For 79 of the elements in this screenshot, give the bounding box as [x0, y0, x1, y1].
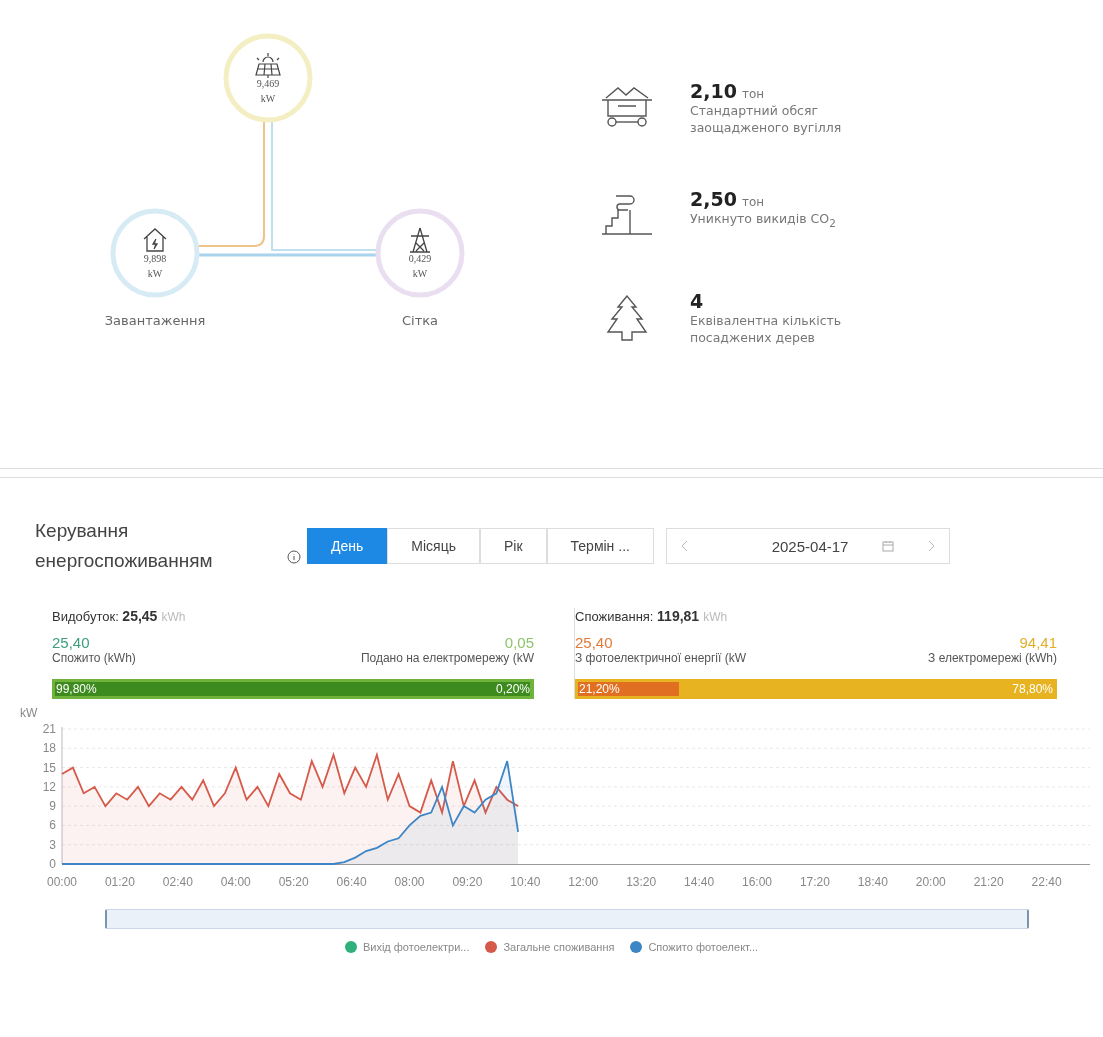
- node-label: Завантаження: [104, 313, 206, 328]
- power-tower-icon: [409, 227, 431, 253]
- x-tick-label: 18:40: [857, 875, 888, 887]
- stat-value: 4: [690, 290, 704, 312]
- legend-label[interactable]: Загальне споживання: [503, 941, 615, 953]
- x-tick-label: 08:00: [394, 875, 425, 887]
- period-tab[interactable]: Термін ...: [546, 528, 654, 564]
- power-unit: kW: [412, 268, 428, 279]
- y-tick-label: 0: [49, 857, 56, 871]
- stat-label: Уникнуто викидів CO$_{2}$: [690, 210, 837, 231]
- power-value: 9,898: [143, 253, 167, 264]
- summary-label: Подано на електромережу (kW: [360, 651, 534, 665]
- x-tick-label: 21:20: [973, 875, 1004, 887]
- x-tick-label: 05:20: [278, 875, 309, 887]
- power-value: 9,469: [256, 78, 280, 89]
- solar-panel-icon: [255, 52, 281, 79]
- stat-value: 2,50: [690, 188, 737, 210]
- coal-cart-icon: [600, 84, 654, 130]
- y-tick-label: 9: [49, 799, 56, 814]
- x-tick-label: 17:20: [799, 875, 830, 887]
- y-tick-label: 6: [49, 818, 56, 833]
- summary-label: Спожито (kWh): [52, 651, 136, 665]
- summary-title: Видобуток: 25,45: [52, 608, 158, 624]
- node-label: Сітка: [401, 313, 439, 328]
- chevron-right-icon[interactable]: [927, 540, 935, 552]
- y-tick-label: 3: [49, 837, 56, 852]
- period-tab[interactable]: День: [307, 528, 388, 564]
- x-tick-label: 16:00: [741, 875, 772, 887]
- power-unit: kW: [147, 268, 163, 279]
- calendar-icon[interactable]: [882, 540, 895, 552]
- summary-unit: kWh: [161, 610, 186, 624]
- x-tick-label: 02:40: [162, 875, 193, 887]
- share-percent: 0,20%: [495, 682, 530, 696]
- summary-label: З фотоелектричної енергії (kW: [575, 651, 746, 665]
- stat-unit: тон: [741, 195, 765, 209]
- stat-label: Еквівалентна кількість посаджених дерев: [690, 312, 843, 346]
- summary-value: 25,40: [52, 634, 90, 651]
- y-tick-label: 18: [42, 741, 56, 756]
- legend-label[interactable]: Вихід фотоелектри...: [362, 941, 470, 953]
- y-tick-label: 12: [42, 779, 56, 794]
- house-icon: [143, 228, 167, 252]
- factory-icon: [600, 192, 654, 238]
- share-percent: 21,20%: [579, 682, 620, 696]
- summary-title: Споживання: 119,81: [575, 608, 700, 624]
- y-tick-label: 15: [42, 760, 56, 775]
- x-tick-label: 06:40: [336, 875, 367, 887]
- share-percent: 78,80%: [1012, 682, 1053, 696]
- x-tick-label: 04:00: [220, 875, 251, 887]
- period-tab[interactable]: Місяць: [387, 528, 480, 564]
- x-tick-label: 01:20: [104, 875, 135, 887]
- x-tick-label: 10:40: [510, 875, 541, 887]
- info-icon[interactable]: [287, 550, 301, 564]
- summary-value: 94,41: [1019, 634, 1057, 651]
- date-value: 2025-04-17: [771, 537, 849, 555]
- legend-label[interactable]: Спожито фотоелект...: [648, 941, 759, 953]
- summary-value: 0,05: [504, 634, 534, 651]
- power-unit: kW: [260, 93, 276, 104]
- y-tick-label: 21: [42, 722, 56, 736]
- zoom-slider[interactable]: [105, 909, 1029, 929]
- x-tick-label: 13:20: [626, 875, 657, 887]
- power-value: 0,429: [408, 253, 432, 264]
- date-picker[interactable]: 2025-04-17: [665, 528, 950, 564]
- x-tick-label: 14:40: [684, 875, 715, 887]
- share-percent: 99,80%: [56, 682, 97, 696]
- x-tick-label: 20:00: [915, 875, 946, 887]
- x-tick-label: 12:00: [568, 875, 599, 887]
- chevron-left-icon[interactable]: [680, 540, 688, 552]
- section-title: Керування енергоспоживанням: [35, 519, 214, 573]
- x-tick-label: 22:40: [1031, 875, 1062, 887]
- axis-unit: kW: [20, 707, 38, 720]
- x-tick-label: 00:00: [47, 875, 77, 887]
- summary-unit: kWh: [703, 610, 728, 624]
- stat-label: Стандартний обсяг заощадженого вугілля: [690, 102, 843, 136]
- x-tick-label: 09:20: [452, 875, 483, 887]
- stat-value: 2,10: [690, 80, 737, 102]
- summary-label: З електромережі (kWh): [928, 651, 1057, 665]
- stat-unit: тон: [741, 87, 765, 101]
- period-tab[interactable]: Рік: [479, 528, 547, 564]
- summary-value: 25,40: [575, 634, 613, 651]
